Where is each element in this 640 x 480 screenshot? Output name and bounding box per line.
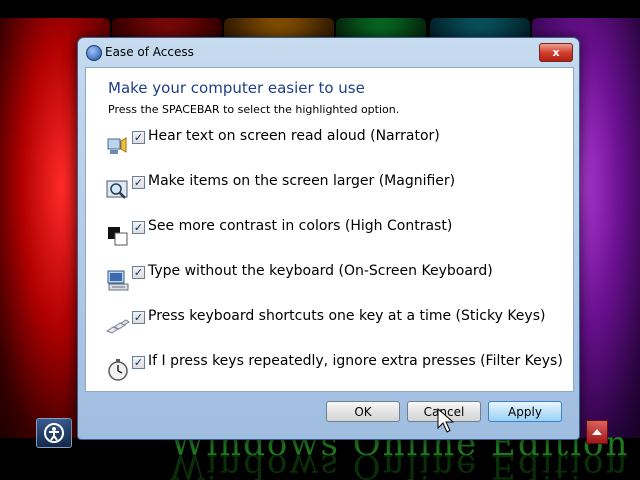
narrator-icon [107,137,127,154]
option-sticky-keys[interactable]: ✓ Press keyboard shortcuts one key at a … [106,308,566,343]
mouse-cursor-icon [437,408,455,433]
dialog-titlebar[interactable]: Ease of Access x [78,38,579,66]
option-label: If I press keys repeatedly, ignore extra… [148,353,563,369]
filter-keys-checkbox[interactable]: ✓ [132,356,145,369]
option-magnifier[interactable]: ✓ Make items on the screen larger (Magni… [106,173,566,208]
ease-of-access-icon [86,45,102,61]
high-contrast-icon [108,227,128,246]
narrator-checkbox[interactable]: ✓ [132,131,145,144]
dialog-content: Make your computer easier to use Press t… [85,67,574,392]
option-label: Press keyboard shortcuts one key at a ti… [148,308,546,324]
on-screen-keyboard-checkbox[interactable]: ✓ [132,266,145,279]
option-narrator[interactable]: ✓ Hear text on screen read aloud (Narrat… [106,128,566,163]
dialog-title: Ease of Access [105,45,194,59]
option-high-contrast[interactable]: ✓ See more contrast in colors (High Cont… [106,218,566,253]
option-label: See more contrast in colors (High Contra… [148,218,453,234]
ease-of-access-taskbar-button[interactable] [36,418,72,448]
ok-button[interactable]: OK [326,401,400,422]
instruction-text: Press the SPACEBAR to select the highlig… [108,103,400,116]
magnifier-icon [106,180,128,199]
ease-of-access-icon [44,423,64,443]
option-label: Make items on the screen larger (Magnifi… [148,173,456,189]
option-label: Hear text on screen read aloud (Narrator… [148,128,440,144]
high-contrast-checkbox[interactable]: ✓ [132,221,145,234]
magnifier-checkbox[interactable]: ✓ [132,176,145,189]
option-on-screen-keyboard[interactable]: ✓ Type without the keyboard (On-Screen K… [106,263,566,298]
dialog-button-bar: OK Cancel Apply [85,391,574,437]
tray-expand-button[interactable] [586,420,608,444]
page-title: Make your computer easier to use [108,79,365,97]
sticky-keys-icon [106,319,130,334]
desktop-watermark-reflection: Windows Online Edition [170,446,630,480]
on-screen-keyboard-icon [107,270,129,291]
ease-of-access-dialog: Ease of Access x Make your computer easi… [77,37,580,440]
option-label: Type without the keyboard (On-Screen Key… [148,263,493,279]
close-button[interactable]: x [539,43,573,62]
apply-button[interactable]: Apply [488,401,562,422]
filter-keys-icon [108,359,128,381]
option-filter-keys[interactable]: ✓ If I press keys repeatedly, ignore ext… [106,353,566,388]
sticky-keys-checkbox[interactable]: ✓ [132,311,145,324]
